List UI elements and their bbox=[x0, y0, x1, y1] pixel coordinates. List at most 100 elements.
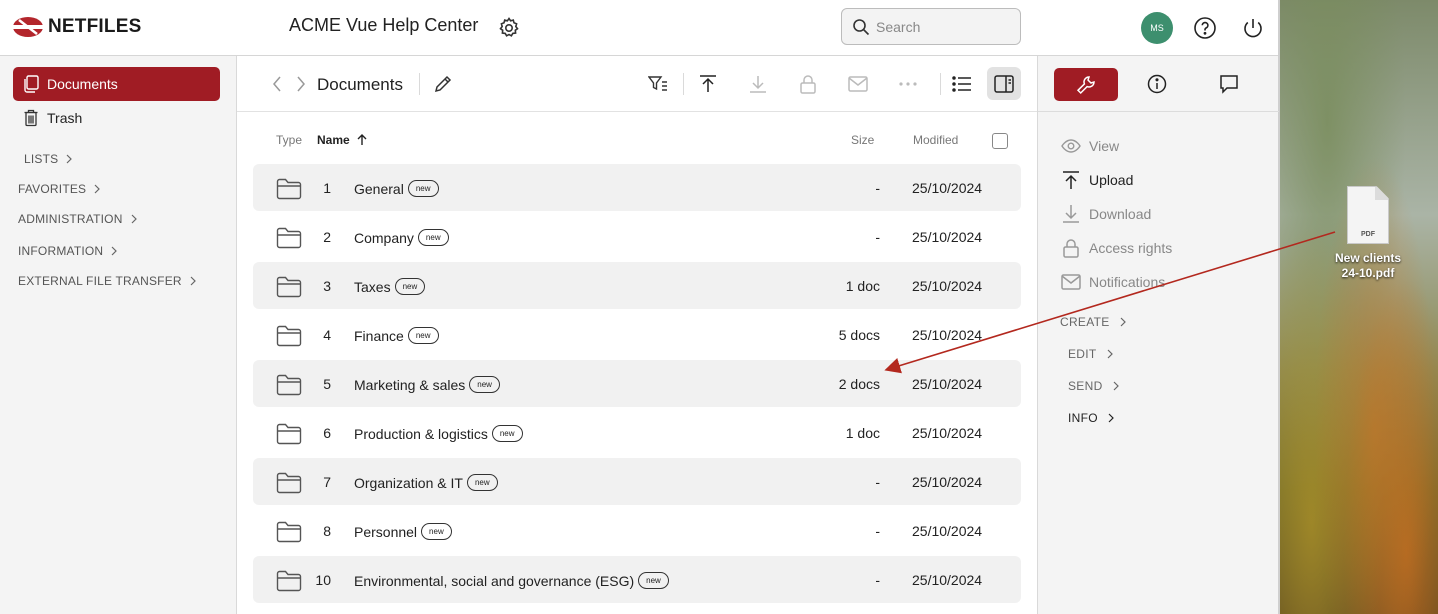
row-name[interactable]: General new bbox=[354, 180, 439, 197]
logo-text: NETFILES bbox=[48, 16, 142, 37]
section-information[interactable]: INFORMATION bbox=[18, 244, 118, 258]
column-header-modified[interactable]: Modified bbox=[913, 133, 958, 147]
row-size: - bbox=[875, 180, 880, 196]
row-number: 10 bbox=[315, 572, 331, 588]
lock-icon[interactable] bbox=[796, 72, 820, 96]
logout-power-icon[interactable] bbox=[1241, 16, 1265, 40]
row-name[interactable]: Taxes new bbox=[354, 278, 426, 295]
tab-info[interactable] bbox=[1146, 73, 1168, 100]
chevron-right-icon bbox=[1120, 317, 1126, 327]
row-name[interactable]: Company new bbox=[354, 229, 449, 246]
chevron-right-icon bbox=[66, 154, 73, 164]
sort-ascending-arrow-icon bbox=[357, 134, 367, 145]
row-name[interactable]: Environmental, social and governance (ES… bbox=[354, 572, 669, 589]
pdf-file-icon: PDF bbox=[1347, 186, 1389, 244]
row-name[interactable]: Finance new bbox=[354, 327, 439, 344]
table-row[interactable]: 4 Finance new 5 docs 25/10/2024 bbox=[253, 311, 1021, 358]
action-label: Download bbox=[1089, 206, 1152, 222]
sidebar-item-trash[interactable]: Trash bbox=[13, 101, 220, 135]
folder-name: Company bbox=[354, 229, 414, 246]
tab-tools[interactable] bbox=[1054, 68, 1118, 101]
row-number: 7 bbox=[323, 474, 331, 490]
folder-name: Personnel bbox=[354, 523, 418, 540]
folder-name: Marketing & sales bbox=[354, 376, 466, 393]
panel-tabs bbox=[1038, 56, 1279, 112]
forward-chevron-icon[interactable] bbox=[289, 72, 313, 96]
row-name[interactable]: Personnel new bbox=[354, 523, 452, 540]
help-icon[interactable] bbox=[1193, 16, 1217, 40]
folder-icon bbox=[276, 423, 302, 445]
netfiles-logo[interactable]: NETFILES bbox=[13, 16, 141, 38]
row-modified: 25/10/2024 bbox=[912, 474, 983, 490]
mail-icon bbox=[1061, 272, 1081, 292]
user-avatar[interactable]: MS bbox=[1141, 12, 1173, 44]
desktop-pdf-file[interactable]: PDF New clients 24-10.pdf bbox=[1320, 186, 1416, 281]
action-view[interactable]: View bbox=[1061, 136, 1119, 156]
column-header-type[interactable]: Type bbox=[276, 133, 302, 147]
row-name[interactable]: Production & logistics new bbox=[354, 425, 523, 442]
download-icon bbox=[1061, 204, 1081, 224]
table-row[interactable]: 7 Organization & IT new - 25/10/2024 bbox=[253, 458, 1021, 505]
row-name[interactable]: Organization & IT new bbox=[354, 474, 498, 491]
folder-name: Organization & IT bbox=[354, 474, 463, 491]
group-info[interactable]: INFO bbox=[1068, 411, 1114, 425]
section-label: EXTERNAL FILE TRANSFER bbox=[18, 274, 182, 288]
table-row[interactable]: 8 Personnel new - 25/10/2024 bbox=[253, 507, 1021, 554]
download-icon[interactable] bbox=[746, 72, 770, 96]
action-upload[interactable]: Upload bbox=[1061, 170, 1133, 190]
row-name[interactable]: Marketing & sales new bbox=[354, 376, 500, 393]
section-favorites[interactable]: FAVORITES bbox=[18, 182, 101, 196]
table-row[interactable]: 3 Taxes new 1 doc 25/10/2024 bbox=[253, 262, 1021, 309]
table-row[interactable]: 1 General new - 25/10/2024 bbox=[253, 164, 1021, 211]
chevron-right-icon bbox=[1113, 381, 1119, 391]
file-name-line2: 24-10.pdf bbox=[1341, 266, 1395, 280]
table-row[interactable]: 6 Production & logistics new 1 doc 25/10/202… bbox=[253, 409, 1021, 456]
group-create[interactable]: CREATE bbox=[1060, 315, 1126, 329]
table-row[interactable]: 5 Marketing & sales new 2 docs 25/10/2024 bbox=[253, 360, 1021, 407]
new-badge: new bbox=[638, 572, 669, 589]
filter-sort-icon[interactable] bbox=[646, 72, 670, 96]
more-dots-icon[interactable] bbox=[896, 72, 920, 96]
side-panel-icon bbox=[994, 74, 1014, 93]
group-send[interactable]: SEND bbox=[1068, 379, 1119, 393]
panel-toggle-button[interactable] bbox=[987, 67, 1021, 100]
group-edit[interactable]: EDIT bbox=[1068, 347, 1113, 361]
section-label: LISTS bbox=[24, 152, 59, 166]
sidebar-item-label: Documents bbox=[47, 76, 118, 92]
sidebar-item-documents[interactable]: Documents bbox=[13, 67, 220, 101]
section-administration[interactable]: ADMINISTRATION bbox=[18, 212, 137, 226]
row-size: - bbox=[875, 523, 880, 539]
chevron-right-icon bbox=[190, 276, 196, 286]
chevron-right-icon bbox=[94, 184, 101, 194]
row-number: 6 bbox=[323, 425, 331, 441]
list-view-icon[interactable] bbox=[950, 72, 974, 96]
row-size: 1 doc bbox=[845, 278, 880, 294]
chevron-right-icon bbox=[111, 246, 118, 256]
section-lists[interactable]: LISTS bbox=[24, 152, 73, 166]
upload-icon[interactable] bbox=[696, 72, 720, 96]
column-header-size[interactable]: Size bbox=[851, 133, 874, 147]
toolbar-divider bbox=[940, 73, 941, 95]
section-external-file-transfer[interactable]: EXTERNAL FILE TRANSFER bbox=[18, 274, 196, 288]
rename-pencil-icon[interactable] bbox=[431, 72, 455, 96]
tab-comments[interactable] bbox=[1218, 73, 1240, 100]
row-modified: 25/10/2024 bbox=[912, 229, 983, 245]
action-notifications[interactable]: Notifications bbox=[1061, 272, 1165, 292]
table-row[interactable]: 10 Environmental, social and governance (… bbox=[253, 556, 1021, 603]
desktop-background bbox=[1280, 0, 1438, 614]
settings-gear-icon[interactable] bbox=[497, 16, 521, 40]
back-chevron-icon[interactable] bbox=[265, 72, 289, 96]
action-access-rights[interactable]: Access rights bbox=[1061, 238, 1172, 258]
action-download[interactable]: Download bbox=[1061, 204, 1151, 224]
folder-name: Production & logistics bbox=[354, 425, 488, 442]
top-bar: NETFILES ACME Vue Help Center MS bbox=[0, 0, 1278, 56]
column-header-name[interactable]: Name bbox=[317, 133, 367, 147]
select-all-checkbox[interactable] bbox=[992, 133, 1008, 149]
search-field[interactable] bbox=[841, 8, 1021, 45]
column-header-name-label: Name bbox=[317, 133, 350, 147]
folder-name: General bbox=[354, 180, 404, 197]
mail-icon[interactable] bbox=[846, 72, 870, 96]
search-input[interactable] bbox=[876, 18, 1006, 35]
folder-icon bbox=[276, 570, 302, 592]
table-row[interactable]: 2 Company new - 25/10/2024 bbox=[253, 213, 1021, 260]
